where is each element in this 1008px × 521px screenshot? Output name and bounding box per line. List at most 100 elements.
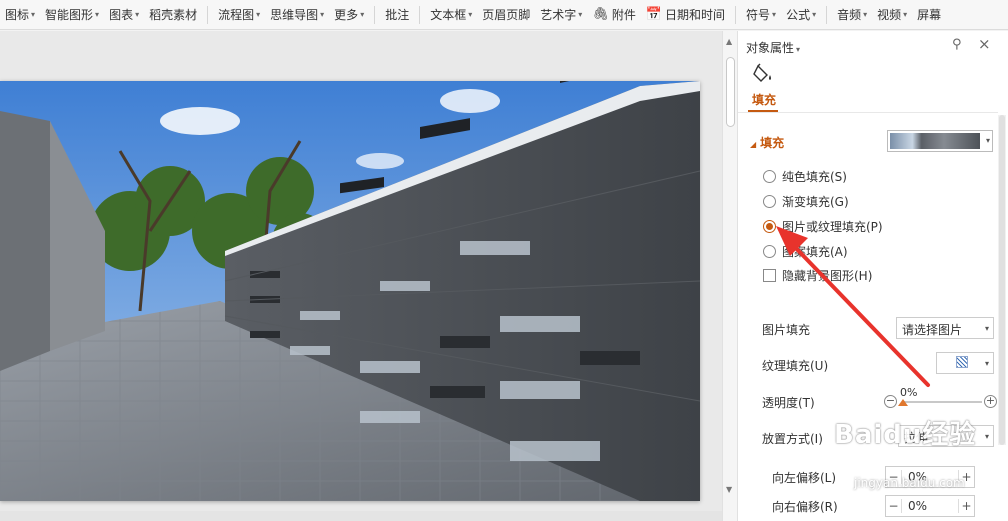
ribbon-item-3[interactable]: 稻壳素材 [144,4,202,26]
calendar-icon: 📅 [645,7,663,22]
ribbon-item-11[interactable]: 🖇 附件 [587,4,641,26]
ribbon-item-7[interactable]: 批注 [380,4,414,26]
radio-circle-selected[interactable] [763,220,776,233]
radio-label: 纯色填充(S) [782,170,847,184]
decrement-button[interactable]: − [886,470,902,484]
ribbon-separator [735,5,737,24]
ribbon-item-9[interactable]: 页眉页脚 [477,4,535,26]
pane-scrollbar-thumb[interactable] [999,115,1005,445]
ribbon-item-17[interactable]: 屏幕 [912,4,946,26]
ribbon-item-label: 符号 [746,8,771,22]
fill-preview-dropdown[interactable]: ▾ [887,130,993,152]
ribbon-item-label: 视频 [877,8,902,22]
checkbox-box[interactable] [763,269,776,282]
transparency-value: 0% [900,386,918,399]
radio-circle[interactable] [763,245,776,258]
ribbon-item-label: 公式 [786,8,811,22]
ribbon-item-label: 音频 [837,8,862,22]
ribbon-item-label: 智能图形 [45,8,94,22]
pin-icon[interactable]: ⚲ [952,37,962,52]
chevron-down-icon: ▾ [578,10,583,19]
texture-fill-label: 纹理填充(U) [762,359,829,373]
chevron-down-icon: ▾ [796,45,801,54]
slider-handle[interactable] [898,399,908,406]
ribbon-item-4[interactable]: 流程图 ▾ [213,4,265,26]
placement-dropdown[interactable]: 拉伸 ▾ [898,425,994,447]
radio-solid-fill[interactable]: 纯色填充(S) [763,168,847,185]
paint-bucket-icon[interactable] [752,63,776,85]
ribbon-item-1[interactable]: 智能图形 ▾ [40,4,104,26]
object-properties-pane: 对象属性 ▾ ⚲ × 填充 ◢ 填充 ▾ 纯色填充(S) 渐变填充(G) 图片或纹理… [738,31,1008,521]
ribbon-item-15[interactable]: 音频 ▾ [832,4,872,26]
fill-preview-thumbnail [890,133,980,149]
slider-track[interactable] [902,401,982,403]
offset-right-value[interactable]: 0% [902,499,958,513]
ribbon-item-label: 更多 [334,8,359,22]
canvas-vertical-scrollbar[interactable]: ▲ ▼ [722,31,738,521]
wall-photo-image [0,81,700,501]
slide-picture[interactable] [0,81,700,501]
tab-fill[interactable]: 填充 [752,91,776,108]
radio-circle[interactable] [763,170,776,183]
ribbon-separator [826,5,828,24]
ribbon-item-12[interactable]: 📅 日期和时间 [641,4,730,26]
ribbon-item-5[interactable]: 思维导图 ▾ [265,4,329,26]
checkbox-hide-background[interactable]: 隐藏背景图形(H) [763,267,872,284]
checkbox-label: 隐藏背景图形(H) [782,269,873,283]
chevron-down-icon: ▾ [31,10,36,19]
ribbon-item-2[interactable]: 图表 ▾ [104,4,144,26]
fill-section-header[interactable]: ◢ 填充 [750,134,784,151]
transparency-increase-button[interactable]: + [984,395,997,408]
radio-picture-fill[interactable]: 图片或纹理填充(P) [763,218,883,235]
tab-divider [738,112,998,113]
ribbon-item-label: 艺术字 [540,8,577,22]
offset-left-stepper[interactable]: −0% + [885,466,975,488]
scroll-up-arrow-icon[interactable]: ▲ [726,37,732,46]
chevron-down-icon: ▾ [135,10,140,19]
chevron-down-icon: ▾ [320,10,325,19]
decrement-button[interactable]: − [886,499,902,513]
radio-pattern-fill[interactable]: 图案填充(A) [763,243,848,260]
transparency-decrease-button[interactable]: − [884,395,897,408]
chevron-down-icon: ▾ [984,359,989,368]
chevron-down-icon: ▾ [812,10,817,19]
increment-button[interactable]: + [958,470,974,484]
pane-title-dropdown[interactable]: 对象属性 ▾ [746,39,800,56]
ribbon-item-label: 附件 [611,8,636,22]
transparency-label: 透明度(T) [762,396,815,410]
slide-canvas[interactable] [0,31,722,521]
chevron-down-icon: ▾ [468,10,473,19]
ribbon-item-16[interactable]: 视频 ▾ [872,4,912,26]
transparency-slider[interactable]: 0% − + [884,386,998,420]
ribbon-item-0[interactable]: 图标 ▾ [0,4,40,26]
radio-circle[interactable] [763,195,776,208]
ribbon-item-label: 日期和时间 [665,8,726,22]
scrollbar-thumb[interactable] [726,57,735,127]
texture-fill-dropdown[interactable]: ▾ [936,352,994,374]
ribbon-item-label: 屏幕 [917,8,942,22]
ribbon-item-8[interactable]: 文本框 ▾ [425,4,477,26]
offset-right-stepper[interactable]: −0% + [885,495,975,517]
increment-button[interactable]: + [958,499,974,513]
ribbon-separator [419,5,421,24]
ribbon-item-6[interactable]: 更多 ▾ [329,4,369,26]
ribbon-item-label: 稻壳素材 [149,8,198,22]
ribbon-item-13[interactable]: 符号 ▾ [741,4,781,26]
pane-scrollbar[interactable] [998,115,1006,445]
placement-value: 拉伸 [904,431,929,445]
ribbon-item-14[interactable]: 公式 ▾ [781,4,821,26]
radio-label: 渐变填充(G) [782,195,849,209]
canvas-horizontal-scrollbar[interactable] [0,511,722,521]
offset-left-value[interactable]: 0% [902,470,958,484]
ribbon-item-label: 批注 [385,8,410,22]
ribbon-separator [207,5,209,24]
picture-fill-label: 图片填充 [762,323,811,337]
picture-fill-dropdown[interactable]: 请选择图片 ▾ [896,317,994,339]
collapse-triangle-icon: ◢ [750,140,757,149]
chevron-down-icon: ▾ [984,324,989,333]
texture-swatch-icon [956,356,968,368]
scroll-down-arrow-icon[interactable]: ▼ [726,485,732,494]
radio-gradient-fill[interactable]: 渐变填充(G) [763,193,849,210]
close-icon[interactable]: × [978,35,991,53]
ribbon-item-10[interactable]: 艺术字 ▾ [535,4,587,26]
